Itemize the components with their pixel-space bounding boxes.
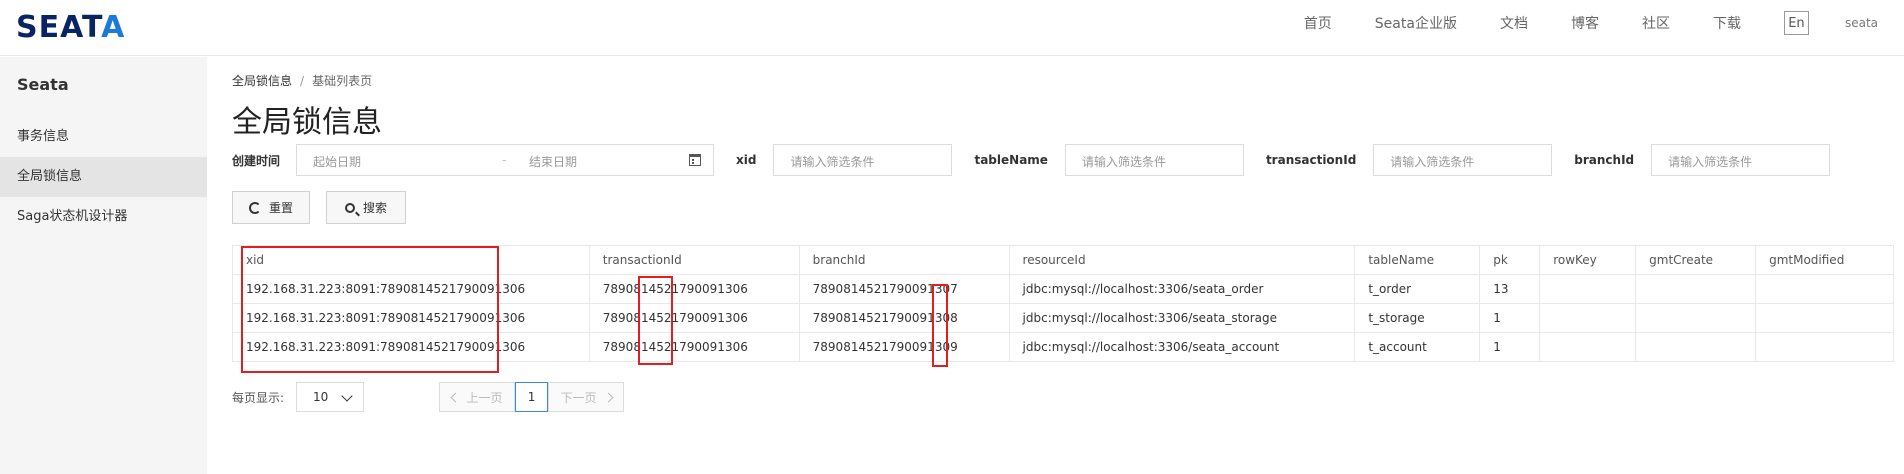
breadcrumb-separator: / bbox=[300, 74, 305, 88]
sidebar-brand: Seata bbox=[17, 75, 69, 94]
cell-gmt-modified bbox=[1756, 333, 1895, 361]
sidebar-menu: 事务信息 全局锁信息 Saga状态机设计器 bbox=[0, 117, 207, 237]
breadcrumb-current: 基础列表页 bbox=[312, 74, 373, 88]
cell-pk: 1 bbox=[1480, 333, 1541, 361]
highlight-box-branch-id bbox=[932, 284, 948, 367]
breadcrumb: 全局锁信息 / 基础列表页 bbox=[232, 72, 372, 89]
header-resource-id: resourceId bbox=[1010, 246, 1356, 274]
sidebar-item-transactions[interactable]: 事务信息 bbox=[0, 117, 207, 157]
nav-community[interactable]: 社区 bbox=[1642, 13, 1670, 33]
end-date-input[interactable]: 结束日期 bbox=[529, 153, 577, 170]
sidebar-item-global-lock[interactable]: 全局锁信息 bbox=[0, 157, 207, 197]
header-row-key: rowKey bbox=[1540, 246, 1637, 274]
header-branch-id: branchId bbox=[800, 246, 1010, 274]
cell-gmt-create bbox=[1636, 304, 1757, 332]
cell-branch-id: 7890814521790091307 bbox=[800, 275, 1010, 303]
range-separator: - bbox=[502, 153, 507, 167]
transaction-id-input[interactable]: 请输入筛选条件 bbox=[1373, 144, 1553, 176]
prev-page-button[interactable]: 上一页 bbox=[439, 382, 516, 412]
search-icon bbox=[344, 202, 355, 213]
page-number-current[interactable]: 1 bbox=[515, 382, 549, 412]
chevron-left-icon bbox=[450, 392, 460, 402]
top-navbar: SEATA 首页 Seata企业版 文档 博客 社区 下载 En seata bbox=[0, 0, 1904, 56]
header-pk: pk bbox=[1480, 246, 1541, 274]
cell-pk: 13 bbox=[1480, 275, 1541, 303]
created-time-label: 创建时间 bbox=[232, 153, 281, 168]
cell-gmt-modified bbox=[1756, 275, 1895, 303]
chevron-down-icon bbox=[341, 390, 353, 402]
cell-pk: 1 bbox=[1480, 304, 1541, 332]
prev-page-label: 上一页 bbox=[466, 390, 503, 405]
cell-resource-id: jdbc:mysql://localhost:3306/seata_order bbox=[1010, 275, 1356, 303]
search-label: 搜索 bbox=[362, 201, 387, 215]
nav-enterprise[interactable]: Seata企业版 bbox=[1375, 13, 1457, 33]
table-name-input[interactable]: 请输入筛选条件 bbox=[1064, 144, 1244, 176]
highlight-box-transaction-id bbox=[638, 276, 673, 365]
highlight-box-xid bbox=[241, 246, 499, 373]
pagination: 每页显示: 10 上一页 1 下一页 bbox=[232, 382, 625, 412]
next-page-button[interactable]: 下一页 bbox=[548, 382, 625, 412]
cell-row-key bbox=[1540, 333, 1637, 361]
cell-transaction-id: 7890814521790091306 bbox=[590, 275, 800, 303]
nav-home[interactable]: 首页 bbox=[1304, 13, 1332, 33]
cell-table-name: t_storage bbox=[1355, 304, 1481, 332]
cell-row-key bbox=[1540, 275, 1637, 303]
page-size-value: 10 bbox=[313, 390, 329, 404]
sidebar-item-saga-designer[interactable]: Saga状态机设计器 bbox=[0, 197, 207, 237]
language-switch[interactable]: En bbox=[1783, 11, 1809, 35]
cell-branch-id: 7890814521790091309 bbox=[800, 333, 1010, 361]
header-table-name: tableName bbox=[1355, 246, 1481, 274]
cell-row-key bbox=[1540, 304, 1637, 332]
calendar-icon[interactable] bbox=[689, 154, 702, 166]
cell-table-name: t_account bbox=[1355, 333, 1481, 361]
breadcrumb-parent[interactable]: 全局锁信息 bbox=[232, 74, 292, 88]
cell-gmt-create bbox=[1636, 275, 1757, 303]
refresh-icon bbox=[248, 201, 261, 214]
chevron-right-icon bbox=[603, 392, 613, 402]
cell-transaction-id: 7890814521790091306 bbox=[590, 304, 800, 332]
reset-label: 重置 bbox=[268, 201, 293, 215]
table-name-label: tableName bbox=[974, 153, 1048, 167]
nav-docs[interactable]: 文档 bbox=[1500, 13, 1528, 33]
cell-resource-id: jdbc:mysql://localhost:3306/seata_accoun… bbox=[1010, 333, 1356, 361]
user-name[interactable]: seata bbox=[1845, 16, 1878, 30]
search-button[interactable]: 搜索 bbox=[326, 191, 406, 224]
nav-blog[interactable]: 博客 bbox=[1571, 13, 1599, 33]
transaction-id-label: transactionId bbox=[1265, 153, 1357, 167]
branch-id-label: branchId bbox=[1574, 153, 1635, 167]
cell-branch-id: 7890814521790091308 bbox=[800, 304, 1010, 332]
xid-label: xid bbox=[736, 153, 757, 167]
header-gmt-create: gmtCreate bbox=[1636, 246, 1757, 274]
cell-gmt-modified bbox=[1756, 304, 1895, 332]
main-content: 全局锁信息 / 基础列表页 全局锁信息 创建时间 起始日期 - 结束日期 xid 请… bbox=[232, 57, 1895, 474]
start-date-input[interactable]: 起始日期 bbox=[313, 153, 361, 170]
header-transaction-id: transactionId bbox=[590, 246, 800, 274]
cell-table-name: t_order bbox=[1355, 275, 1481, 303]
page-size-select[interactable]: 10 bbox=[296, 382, 365, 412]
filter-bar: 创建时间 起始日期 - 结束日期 xid 请输入筛选条件 tableName 请… bbox=[232, 144, 1831, 176]
per-page-label: 每页显示: bbox=[232, 390, 285, 405]
page-title: 全局锁信息 bbox=[232, 105, 382, 140]
sidebar: Seata 事务信息 全局锁信息 Saga状态机设计器 bbox=[0, 57, 207, 474]
cell-gmt-create bbox=[1636, 333, 1757, 361]
cell-resource-id: jdbc:mysql://localhost:3306/seata_storag… bbox=[1010, 304, 1356, 332]
xid-input[interactable]: 请输入筛选条件 bbox=[773, 144, 953, 176]
reset-button[interactable]: 重置 bbox=[232, 191, 310, 224]
cell-transaction-id: 7890814521790091306 bbox=[590, 333, 800, 361]
nav-download[interactable]: 下载 bbox=[1713, 13, 1741, 33]
header-gmt-modified: gmtModified bbox=[1756, 246, 1895, 274]
top-nav: 首页 Seata企业版 文档 博客 社区 下载 En seata bbox=[1304, 0, 1904, 46]
seata-logo[interactable]: SEATA bbox=[16, 10, 125, 45]
date-range-picker[interactable]: 起始日期 - 结束日期 bbox=[296, 144, 715, 176]
branch-id-input[interactable]: 请输入筛选条件 bbox=[1651, 144, 1831, 176]
next-page-label: 下一页 bbox=[560, 390, 597, 405]
